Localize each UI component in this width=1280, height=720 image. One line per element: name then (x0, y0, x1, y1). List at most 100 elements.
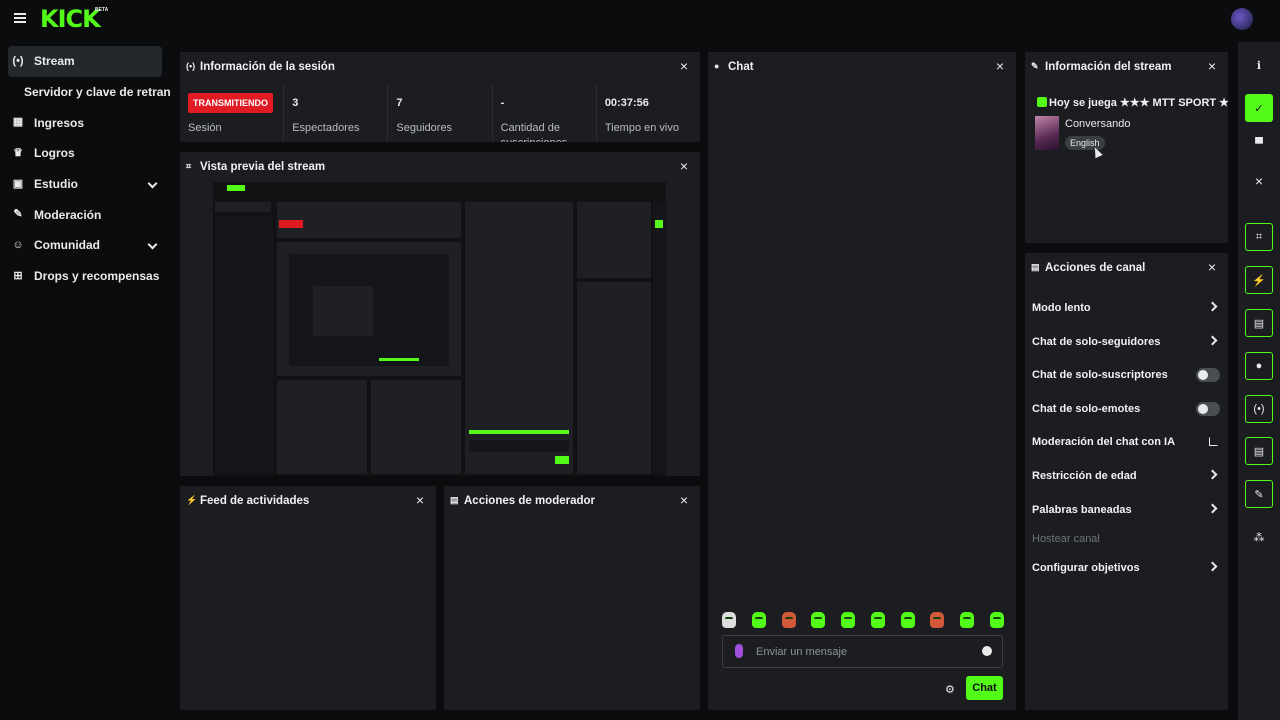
sidebar-item-estudio[interactable]: ▣ Estudio (0, 169, 170, 200)
info-icon[interactable]: ℹ (1245, 51, 1273, 79)
emote-icon[interactable] (960, 612, 975, 628)
emotes-only-toggle[interactable] (1196, 402, 1220, 416)
stat-label: Tiempo en vivo (604, 122, 679, 134)
panel-header: ✎ Información del stream (1025, 52, 1228, 82)
action-label: Palabras baneadas (1032, 504, 1132, 516)
sidebar-item-logros[interactable]: ♛ Logros (0, 138, 170, 169)
stat-label: Seguidores (396, 122, 453, 134)
action-label: Chat de solo-suscriptores (1032, 369, 1168, 381)
panel-header: ▤ Acciones de canal (1025, 253, 1228, 283)
sidebar-item-comunidad[interactable]: ☺ Comunidad (0, 230, 170, 261)
chevron-down-icon[interactable] (147, 239, 158, 250)
category-name[interactable]: Conversando (1065, 118, 1130, 130)
external-link-icon (1209, 437, 1218, 446)
chat-bubble-icon[interactable]: ● (1245, 352, 1273, 380)
emote-icon[interactable] (781, 612, 796, 628)
preview-rail-button (655, 220, 663, 228)
action-configure-goals[interactable]: Configurar objetivos (1032, 557, 1220, 579)
microphone-icon[interactable] (735, 644, 743, 658)
action-age-restriction[interactable]: Restricción de edad (1032, 465, 1220, 487)
emote-icon[interactable] (722, 612, 736, 628)
action-ai-moderation[interactable]: Moderación del chat con IA (1032, 431, 1220, 453)
stream-title-text: Hoy se juega ★★★ MTT SPORT ★★★ (1049, 97, 1228, 109)
panel-title: Chat (728, 61, 754, 73)
check-icon (1037, 97, 1047, 107)
action-slow-mode[interactable]: Modo lento (1032, 297, 1220, 319)
close-icon[interactable]: × (678, 493, 690, 507)
panel-header: ⌗ Vista previa del stream (180, 152, 700, 182)
session-info-panel: (•) Información de la sesión × TRANSMITI… (180, 52, 700, 142)
close-icon[interactable]: × (1206, 59, 1218, 73)
stream-title[interactable]: Hoy se juega ★★★ MTT SPORT ★★★ (1037, 96, 1228, 109)
emote-icon[interactable] (870, 612, 885, 628)
sidebar-item-label: Estudio (34, 177, 78, 192)
close-icon[interactable]: × (414, 493, 426, 507)
check-icon[interactable]: ✓ (1245, 94, 1273, 122)
live-badge: TRANSMITIENDO (188, 93, 273, 113)
emote-icon[interactable] (811, 612, 826, 628)
session-label: Sesión (188, 122, 222, 134)
close-icon[interactable]: × (1206, 260, 1218, 274)
widgets-icon[interactable]: ⁂ (1245, 523, 1273, 551)
user-avatar[interactable] (1231, 8, 1253, 30)
preview-chat-emotes (469, 430, 569, 434)
chat-placeholder: Enviar un mensaje (756, 646, 848, 658)
stream-preview-video[interactable] (213, 182, 666, 476)
kick-logo[interactable]: KICK (40, 5, 101, 33)
layout-icon[interactable]: ▀ (1245, 130, 1273, 158)
chevron-right-icon (1207, 503, 1218, 514)
broadcast-icon[interactable]: (•) (1245, 395, 1273, 423)
chat-message-input[interactable]: Enviar un mensaje (722, 635, 1003, 668)
lightning-icon[interactable]: ⚡ (1245, 266, 1273, 294)
preview-live-badge (279, 220, 303, 228)
gift-icon: ⊞ (13, 269, 23, 282)
panel-title: Acciones de moderador (464, 495, 596, 507)
emote-icon[interactable] (841, 612, 856, 628)
document-icon: ▤ (450, 495, 459, 505)
broadcast-icon: (•) (186, 61, 196, 71)
sidebar-item-drops[interactable]: ⊞ Drops y recompensas (0, 261, 170, 292)
chevron-down-icon[interactable] (147, 178, 158, 189)
emote-icon[interactable] (751, 612, 766, 628)
top-bar: KICK BETA (0, 0, 1280, 40)
sidebar-item-moderacion[interactable]: ✎ Moderación (0, 199, 170, 230)
gear-icon[interactable]: ⚙ (945, 683, 955, 696)
emote-icon[interactable] (989, 612, 1004, 628)
preview-icon[interactable]: ⌗ (1245, 223, 1273, 251)
studio-icon: ▣ (12, 177, 24, 190)
emote-icon[interactable] (900, 612, 915, 628)
action-emotes-only: Chat de solo-emotes (1032, 398, 1220, 420)
subscribers-only-toggle[interactable] (1196, 368, 1220, 382)
lightning-icon: ⚡ (186, 495, 198, 505)
sidebar-item-ingresos[interactable]: ▦ Ingresos (0, 107, 170, 138)
chevron-right-icon (1207, 301, 1218, 312)
sidebar-item-label: Stream (34, 54, 75, 69)
channel-actions-panel: ▤ Acciones de canal × Modo lento Chat de… (1025, 253, 1228, 710)
action-banned-words[interactable]: Palabras baneadas (1032, 499, 1220, 521)
stat-value: 00:37:56 (604, 97, 649, 109)
emote-icon[interactable] (930, 612, 945, 628)
chevron-right-icon (1207, 335, 1218, 346)
broadcast-icon: (•) (12, 55, 24, 67)
right-tool-rail: ℹ ✓ ▀ × ⌗ ⚡ ▤ ● (•) ▤ ✎ ⁂ (1238, 42, 1280, 720)
action-followers-only[interactable]: Chat de solo-seguidores (1032, 331, 1220, 353)
close-icon[interactable]: × (678, 159, 690, 173)
menu-icon[interactable] (14, 13, 26, 23)
panel-title: Acciones de canal (1045, 262, 1146, 274)
close-icon[interactable]: × (1245, 167, 1273, 195)
document-icon[interactable]: ▤ (1245, 309, 1273, 337)
stat-value: - (500, 97, 505, 109)
wrench-icon: ✎ (1031, 61, 1039, 71)
wrench-icon[interactable]: ✎ (1245, 480, 1273, 508)
close-icon[interactable]: × (678, 59, 690, 73)
action-label: Chat de solo-seguidores (1032, 336, 1161, 348)
sidebar-item-server-key[interactable]: Servidor y clave de retransmisión (0, 77, 170, 108)
sidebar-item-stream[interactable]: (•) Stream (8, 46, 162, 77)
list-icon[interactable]: ▤ (1245, 437, 1273, 465)
close-icon[interactable]: × (994, 59, 1006, 73)
emoji-icon[interactable] (982, 646, 992, 656)
activity-feed-panel: ⚡ Feed de actividades × (180, 486, 436, 710)
chat-send-button[interactable]: Chat (966, 676, 1003, 700)
category-thumbnail[interactable] (1035, 116, 1059, 150)
followers-cell: 7 Seguidores (388, 84, 493, 142)
